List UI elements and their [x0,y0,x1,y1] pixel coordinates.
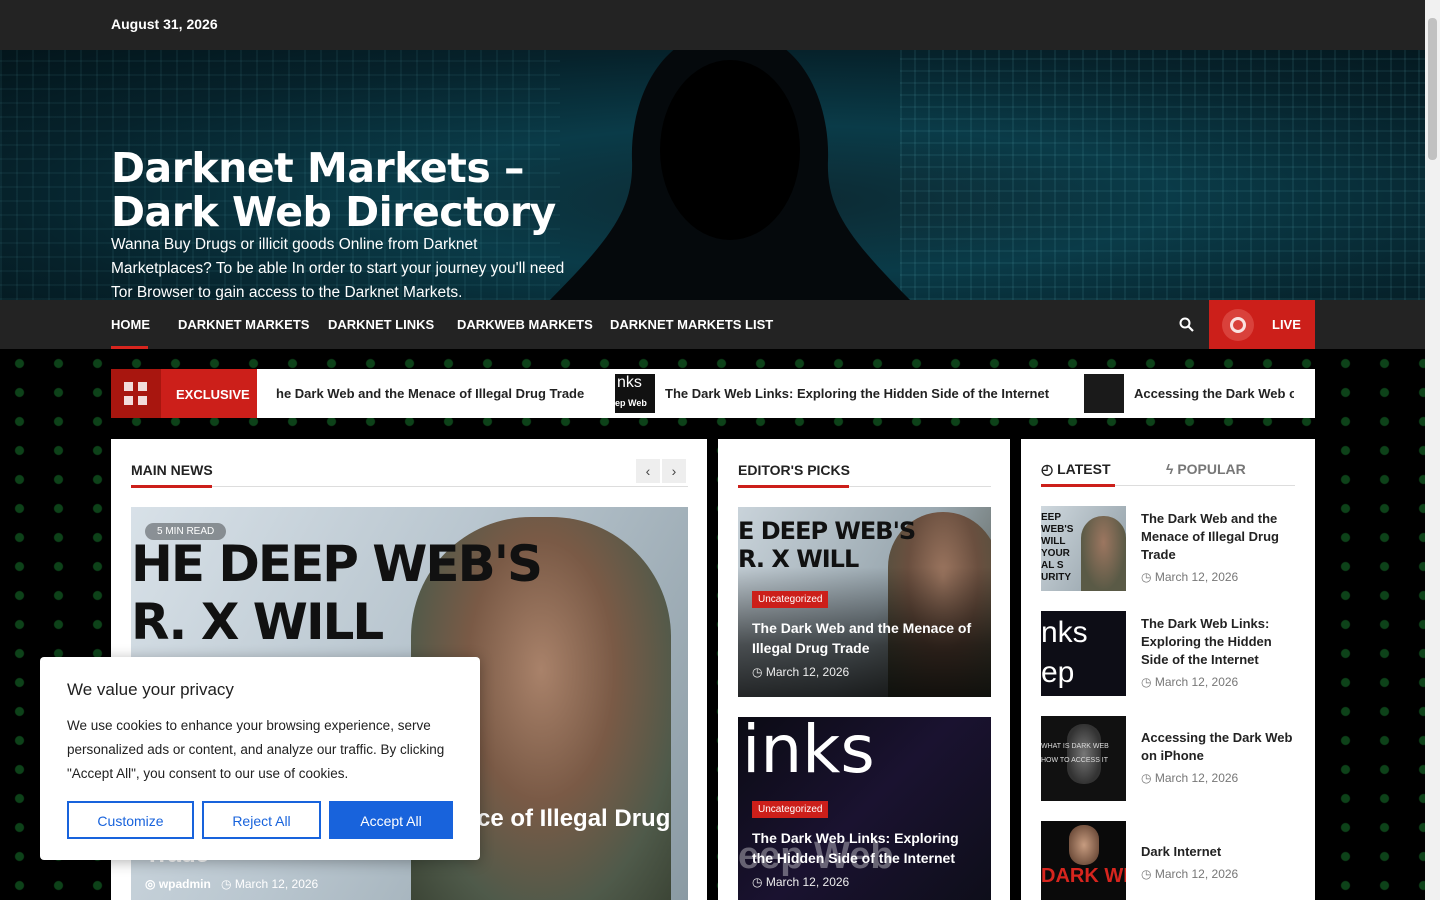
ticker-thumbnail[interactable] [1084,374,1124,413]
ticker-item[interactable]: The Dark Web Links: Exploring the Hidden… [665,386,1049,401]
nav-darkweb-markets[interactable]: DARKWEB MARKETS [457,317,593,332]
customize-button[interactable]: Customize [67,801,194,839]
author-icon: ◎ [145,877,156,891]
next-arrow-button[interactable]: › [662,459,686,483]
current-date: August 31, 2026 [111,16,218,32]
nav-darknet-markets[interactable]: DARKNET MARKETS [178,317,309,332]
editors-picks-heading: EDITOR'S PICKS [738,462,850,478]
header-background-pattern [900,50,1425,300]
cookie-consent-banner: We value your privacy We use cookies to … [40,657,480,860]
latest-popular-panel: ◴ LATEST ϟ POPULAR EEP WEB'S WILL YOUR A… [1021,439,1315,900]
main-news-heading: MAIN NEWS [131,462,213,478]
card-title[interactable]: The Dark Web Links: Exploring the Hidden… [752,828,982,868]
exclusive-badge: EXCLUSIVE [111,369,257,418]
accept-all-button[interactable]: Accept All [329,801,453,839]
nav-home[interactable]: HOME [111,317,150,332]
top-bar: August 31, 2026 [0,0,1425,50]
live-label: LIVE [1272,317,1301,332]
latest-item-title[interactable]: The Dark Web and the Menace of Illegal D… [1141,510,1301,564]
scrollbar-thumb[interactable] [1428,18,1437,160]
latest-item-title[interactable]: Dark Internet [1141,843,1301,861]
tab-popular[interactable]: ϟ POPULAR [1166,461,1246,477]
clock-icon: ◷ [752,665,763,679]
nav-darknet-markets-list[interactable]: DARKNET MARKETS LIST [610,317,773,332]
latest-item-title[interactable]: Accessing the Dark Web on iPhone [1141,729,1301,765]
latest-item-thumbnail[interactable]: nks ep Web [1041,611,1126,696]
ticker-item[interactable]: Accessing the Dark Web on [1134,386,1294,401]
cookie-body: We use cookies to enhance your browsing … [67,718,445,781]
editors-pick-card[interactable]: E DEEP WEB'S R. X WILL Uncategorized The… [738,507,991,697]
post-date: March 12, 2026 [1154,867,1239,881]
post-date: March 12, 2026 [1154,570,1239,584]
live-icon [1222,309,1254,341]
bolt-icon: ϟ [1166,461,1174,477]
latest-item-title[interactable]: The Dark Web Links: Exploring the Hidden… [1141,615,1301,669]
post-date: March 12, 2026 [234,877,319,891]
cookie-title: We value your privacy [67,680,234,699]
editors-picks-panel: EDITOR'S PICKS E DEEP WEB'S R. X WILL Un… [718,439,1010,900]
reject-all-button[interactable]: Reject All [202,801,321,839]
clock-icon: ◷ [1141,771,1152,785]
read-time-badge: 5 MIN READ [145,523,227,540]
clock-icon: ◷ [1141,675,1152,689]
category-tag[interactable]: Uncategorized [752,801,829,818]
main-news-headline[interactable]: ce of Illegal Drug [477,805,670,833]
page-scrollbar[interactable] [1425,0,1440,900]
post-date: March 12, 2026 [1154,771,1239,785]
clock-icon: ◷ [221,877,232,891]
search-icon[interactable] [1179,317,1194,332]
site-description: Wanna Buy Drugs or illicit goods Online … [111,236,565,300]
editors-pick-card[interactable]: inks eep Web Uncategorized The Dark Web … [738,717,991,900]
clock-icon: ◷ [1141,570,1152,584]
author-name[interactable]: wpadmin [159,877,211,891]
site-header: Darknet Markets – Dark Web Directory Wan… [0,50,1425,300]
category-tag[interactable]: Uncategorized [752,591,829,608]
latest-item-thumbnail[interactable]: DARK WEB [1041,821,1126,900]
card-title[interactable]: The Dark Web and the Menace of Illegal D… [752,618,982,658]
tab-latest[interactable]: ◴ LATEST [1041,461,1111,478]
prev-arrow-button[interactable]: ‹ [636,459,660,483]
ticker-item[interactable]: he Dark Web and the Menace of Illegal Dr… [276,386,584,401]
site-title[interactable]: Darknet Markets – Dark Web Directory [111,146,591,234]
post-date: March 12, 2026 [765,665,850,679]
post-date: March 12, 2026 [1154,675,1239,689]
clock-icon: ◷ [1141,867,1152,881]
grid-icon [124,382,148,406]
post-date: March 12, 2026 [765,875,850,889]
clock-icon: ◴ [1041,461,1054,477]
exclusive-ticker: EXCLUSIVE he Dark Web and the Menace of … [111,369,1315,418]
live-button[interactable]: LIVE [1209,300,1315,349]
nav-darknet-links[interactable]: DARKNET LINKS [328,317,434,332]
latest-item-thumbnail[interactable]: WHAT IS DARK WEB HOW TO ACCESS IT [1041,716,1126,801]
latest-item-thumbnail[interactable]: EEP WEB'S WILL YOUR AL S URITY [1041,506,1126,591]
clock-icon: ◷ [752,875,763,889]
exclusive-label: EXCLUSIVE [176,387,250,402]
ticker-thumbnail[interactable]: nks ep Web [615,374,655,413]
